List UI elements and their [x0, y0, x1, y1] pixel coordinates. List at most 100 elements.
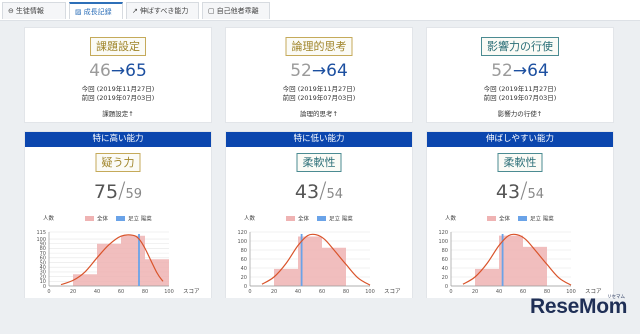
date-previous: 前回 (2019年07月03日) — [483, 93, 557, 102]
legend-swatch-student — [317, 216, 326, 221]
y-tick-label: 40 — [442, 266, 448, 272]
previous-score: 52 — [491, 61, 513, 81]
tab-growth-record[interactable]: ▨ 成長記録 — [69, 2, 123, 19]
y-tick-label: 100 — [36, 237, 46, 243]
student-score: 43 — [495, 181, 521, 203]
previous-score: 46 — [89, 61, 111, 81]
x-tick-label: 40 — [94, 289, 100, 295]
tab-label: 伸ばすべき能力 — [139, 7, 189, 15]
legend-swatch-overall — [85, 216, 94, 221]
ability-card: 特に高い能力 疑う力 75/59 人数 全体 足立 陽菜 0 10 20 30 40 50 60 7… — [24, 131, 212, 301]
x-tick-label: 40 — [496, 289, 502, 295]
user-circle-icon: ⊖ — [8, 7, 14, 15]
tab-label: 自己他者乖離 — [216, 7, 259, 15]
test-dates: 今回 (2019年11月27日) 前回 (2019年07月03日) — [427, 85, 613, 102]
legend-label-student: 足立 陽菜 — [128, 215, 152, 223]
ability-title: 柔軟性 — [296, 153, 342, 172]
score-vs-mean: 43/54 — [226, 179, 412, 204]
watermark-subtext: リセマム — [607, 295, 625, 300]
arrow-right-icon: → — [311, 61, 327, 81]
score-vs-mean: 43/54 — [427, 179, 613, 204]
x-tick-label: 80 — [142, 289, 148, 295]
trend-icon: ↗ — [132, 7, 138, 15]
test-dates: 今回 (2019年11月27日) 前回 (2019年07月03日) — [25, 85, 211, 102]
histogram-bar — [274, 268, 298, 286]
chart-icon: ▨ — [75, 8, 82, 16]
legend-swatch-overall — [487, 216, 496, 221]
legend-swatch-overall — [286, 216, 295, 221]
y-tick-label: 100 — [438, 239, 448, 245]
y-tick-label: 60 — [442, 257, 448, 263]
x-tick-label: 0 — [47, 289, 50, 295]
tab-bar: ⊖ 生徒情報 ▨ 成長記録 ↗ 伸ばすべき能力 ▢ 自己他者乖離 — [0, 0, 640, 21]
y-axis-title: 人数 — [445, 214, 457, 222]
x-tick-label: 100 — [365, 289, 375, 295]
student-score: 43 — [294, 181, 320, 203]
x-axis-title: スコア — [384, 288, 401, 295]
score-change: 52→64 — [427, 61, 613, 81]
y-tick-label: 80 — [442, 248, 448, 254]
current-score: 65 — [125, 61, 147, 81]
mean-score: 54 — [527, 187, 545, 202]
score-distribution-chart: 人数 全体 足立 陽菜01020304050607080901001150 20 40 6… — [36, 214, 200, 295]
score-change: 52→64 — [226, 61, 412, 81]
tab-abilities-to-grow[interactable]: ↗ 伸ばすべき能力 — [126, 2, 199, 19]
arrow-right-icon: → — [110, 61, 126, 81]
y-tick-label: 115 — [36, 230, 46, 236]
current-score: 64 — [527, 61, 549, 81]
x-axis-title: スコア — [183, 288, 200, 295]
legend-label-student: 足立 陽菜 — [530, 215, 554, 223]
mean-score: 59 — [125, 187, 143, 202]
x-tick-label: 60 — [118, 289, 124, 295]
y-tick-label: 60 — [241, 257, 247, 263]
histogram-bar — [97, 243, 121, 286]
growth-card: 論理的思考 52→64 今回 (2019年11月27日) 前回 (2019年07月… — [225, 27, 413, 123]
date-current: 今回 (2019年11月27日) — [282, 85, 356, 93]
x-tick-label: 60 — [319, 289, 325, 295]
y-tick-label: 80 — [241, 248, 247, 254]
growth-caption: 課題設定↑ — [102, 110, 134, 118]
y-tick-label: 100 — [237, 239, 247, 245]
x-tick-label: 20 — [70, 289, 76, 295]
tab-self-other-gap[interactable]: ▢ 自己他者乖離 — [202, 2, 270, 19]
tab-student-info[interactable]: ⊖ 生徒情報 — [2, 2, 66, 19]
legend-label-overall: 全体 — [298, 215, 310, 223]
tab-label: 成長記録 — [83, 8, 112, 16]
ability-category-header: 伸ばしやすい能力 — [427, 132, 613, 147]
ability-title: 論理的思考 — [285, 37, 353, 56]
ability-title: 課題設定 — [90, 37, 146, 56]
ability-category-header: 特に高い能力 — [25, 132, 211, 147]
legend-swatch-student — [116, 216, 125, 221]
x-tick-label: 40 — [295, 289, 301, 295]
score-divider: / — [319, 179, 327, 204]
histogram-bar — [322, 247, 346, 286]
score-vs-mean: 75/59 — [25, 179, 211, 204]
y-tick-label: 120 — [438, 230, 448, 236]
score-change: 46→65 — [25, 61, 211, 81]
ability-card: 伸ばしやすい能力 柔軟性 43/54 人数 全体 足立 陽菜 0 20 40 60 80 100… — [426, 131, 614, 301]
ability-category-header: 特に低い能力 — [226, 132, 412, 147]
x-tick-label: 0 — [248, 289, 251, 295]
ability-title: 影響力の行使 — [481, 37, 559, 56]
mean-score: 54 — [326, 187, 344, 202]
histogram-bar — [73, 274, 97, 286]
previous-score: 52 — [290, 61, 312, 81]
y-axis-title: 人数 — [244, 214, 256, 222]
y-tick-label: 20 — [241, 275, 247, 281]
y-tick-label: 0 — [244, 284, 247, 290]
legend-label-overall: 全体 — [499, 215, 511, 223]
date-previous: 前回 (2019年07月03日) — [81, 93, 155, 102]
ability-card: 特に低い能力 柔軟性 43/54 人数 全体 足立 陽菜 0 20 40 60 80 100 12… — [225, 131, 413, 301]
histogram-bar — [475, 268, 499, 286]
x-tick-label: 0 — [449, 289, 452, 295]
score-distribution-chart: 人数 全体 足立 陽菜0204060801001200 20 40 60 80 100 スコア — [237, 214, 401, 295]
x-tick-label: 20 — [472, 289, 478, 295]
x-tick-label: 100 — [164, 289, 174, 295]
y-tick-label: 120 — [237, 230, 247, 236]
growth-caption: 論理的思考↑ — [300, 110, 338, 118]
x-tick-label: 20 — [271, 289, 277, 295]
score-distribution-chart: 人数 全体 足立 陽菜0204060801001200 20 40 60 80 100 スコア — [438, 214, 602, 295]
date-current: 今回 (2019年11月27日) — [483, 85, 557, 93]
legend-swatch-student — [518, 216, 527, 221]
test-dates: 今回 (2019年11月27日) 前回 (2019年07月03日) — [226, 85, 412, 102]
